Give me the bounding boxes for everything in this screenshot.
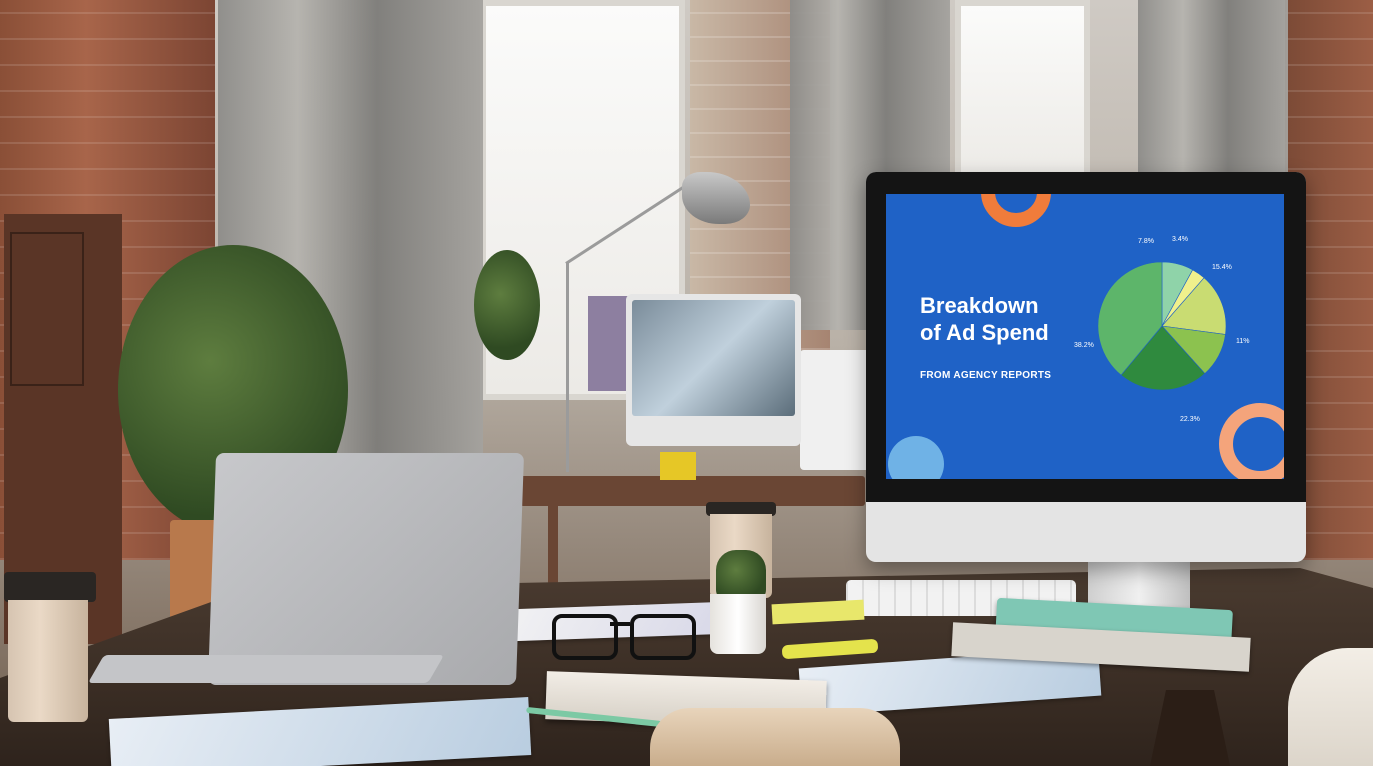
glasses-left-lens <box>552 614 618 660</box>
pie-label-3: 15.4% <box>1212 264 1232 271</box>
office-desk-photo: Breakdown of Ad Spend FROM AGENCY REPORT… <box>0 0 1373 766</box>
light-blue-circle <box>888 436 944 479</box>
back-desk <box>520 476 865 506</box>
window-plant <box>474 250 540 360</box>
chair-back <box>650 708 900 766</box>
pie-chart <box>1097 261 1227 391</box>
wire-basket <box>10 232 84 386</box>
curtain-right <box>1138 0 1288 190</box>
background-monitor <box>626 294 801 446</box>
screen-title-line-1: Breakdown <box>920 293 1039 318</box>
screen-subtitle: FROM AGENCY REPORTS <box>920 370 1052 381</box>
background-monitor-screen <box>632 300 795 416</box>
lamp-stand <box>566 262 569 472</box>
laptop-base <box>87 655 445 683</box>
pie-label-4: 11% <box>1236 338 1250 345</box>
yellow-mug <box>660 452 696 480</box>
pie-label-2: 3.4% <box>1172 236 1188 243</box>
white-device <box>800 350 870 470</box>
orange-ring-shape <box>981 194 1051 227</box>
laptop-lid <box>207 453 525 685</box>
peach-ring-shape <box>1219 403 1284 479</box>
window-right <box>955 0 1090 190</box>
glasses-bridge <box>610 622 630 626</box>
screen-title-line-2: of Ad Spend <box>920 320 1049 345</box>
pie-label-5: 22.3% <box>1180 416 1200 423</box>
main-monitor: Breakdown of Ad Spend FROM AGENCY REPORT… <box>866 172 1306 562</box>
glasses-right-lens <box>630 614 696 660</box>
left-coffee-cup <box>8 600 88 722</box>
pie-label-6: 38.2% <box>1074 342 1094 349</box>
left-cup-lid <box>4 572 96 602</box>
screen-title: Breakdown of Ad Spend <box>920 292 1080 346</box>
succulent <box>716 550 766 600</box>
monitor-bezel: Breakdown of Ad Spend FROM AGENCY REPORT… <box>866 172 1306 502</box>
pie-label-1: 7.8% <box>1138 238 1154 245</box>
monitor-screen: Breakdown of Ad Spend FROM AGENCY REPORT… <box>886 194 1284 479</box>
succulent-pot <box>710 594 766 654</box>
